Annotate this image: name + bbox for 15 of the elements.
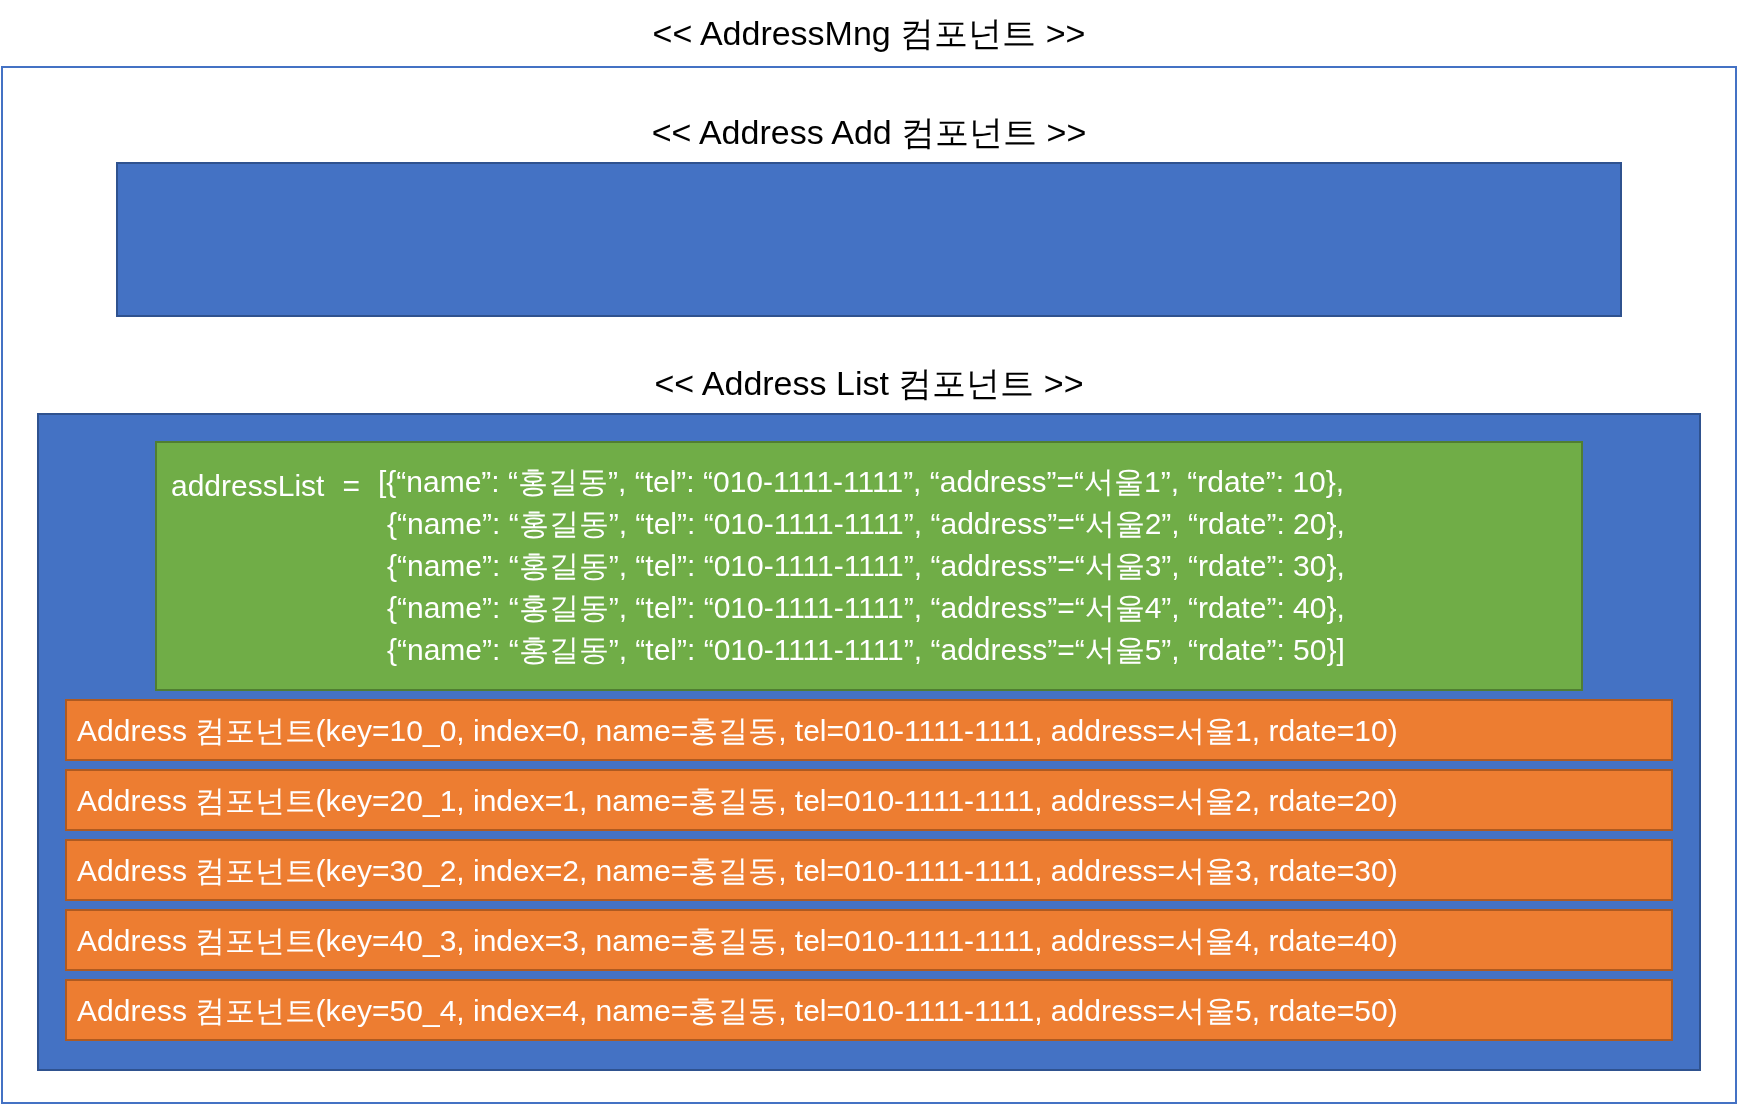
variable-name: addressList [171, 468, 325, 504]
section-title: << Address List 컴포넌트 >> [654, 363, 1084, 404]
address-component-row: Address 컴포넌트(key=30_2, index=2, name=홍길동, tel=010-1111-1111, address=서울3, rdate=30) [65, 839, 1673, 901]
code-line: {“name”: “홍길동”, “tel”: “010-1111-1111”, “address”=“서울5”, “rdate”: 50}] [385, 632, 1345, 668]
code-line: [{“name”: “홍길동”, “tel”: “010-1111-1111”, “address”=“서울1”, “rdate”: 10}, [377, 464, 1345, 500]
code-line: {“name”: “홍길동”, “tel”: “010-1111-1111”, “address”=“서울3”, “rdate”: 30}, [385, 548, 1345, 584]
address-component-row: Address 컴포넌트(key=40_3, index=3, name=홍길동, tel=010-1111-1111, address=서울4, rdate=40) [65, 909, 1673, 971]
address-component-row: Address 컴포넌트(key=50_4, index=4, name=홍길동, tel=010-1111-1111, address=서울5, rdate=50) [65, 979, 1673, 1041]
assign-operator: = [342, 468, 360, 504]
section-title: << Address Add 컴포넌트 >> [651, 112, 1087, 153]
diagram-title: << AddressMng 컴포넌트 >> [652, 12, 1086, 54]
code-line: {“name”: “홍길동”, “tel”: “010-1111-1111”, “address”=“서울2”, “rdate”: 20}, [385, 506, 1345, 542]
address-component-row: Address 컴포넌트(key=10_0, index=0, name=홍길동, tel=010-1111-1111, address=서울1, rdate=10) [65, 699, 1673, 761]
code-line: {“name”: “홍길동”, “tel”: “010-1111-1111”, “address”=“서울4”, “rdate”: 40}, [385, 590, 1345, 626]
address-component-row: Address 컴포넌트(key=20_1, index=1, name=홍길동, tel=010-1111-1111, address=서울2, rdate=20) [65, 769, 1673, 831]
